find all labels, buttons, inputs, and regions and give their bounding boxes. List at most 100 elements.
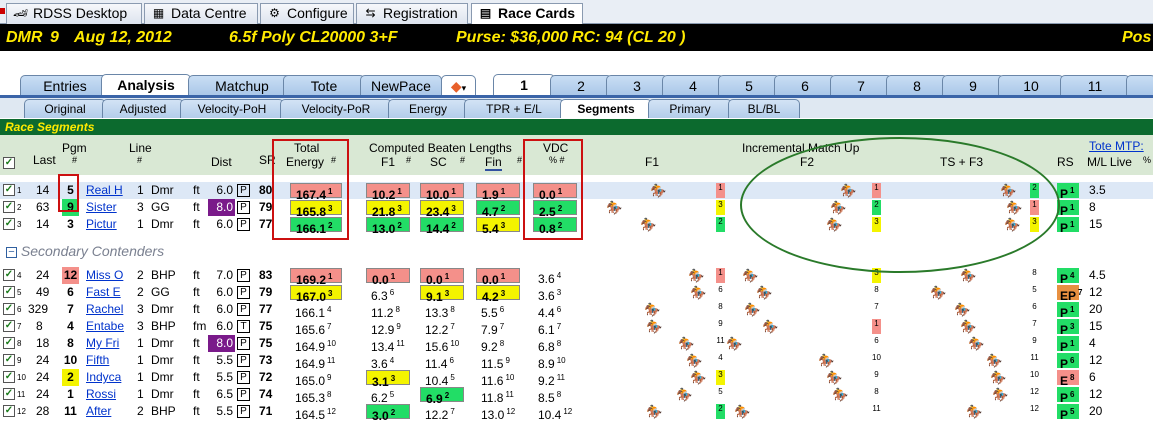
row-checkbox[interactable]: ✓ <box>3 354 15 366</box>
row-checkbox[interactable]: ✓ <box>3 405 15 417</box>
tab-newpace[interactable]: NewPace <box>360 75 442 96</box>
subtab-velocity-poh[interactable]: Velocity-PoH <box>180 99 284 118</box>
tab-overflow[interactable] <box>1126 75 1153 96</box>
horse-name-link[interactable]: Rossi <box>86 386 116 403</box>
subtab-segments[interactable]: Segments <box>560 99 652 118</box>
header-fin: Fin <box>485 155 502 171</box>
fin-beaten-rank: 8 <box>499 339 505 348</box>
sc-beaten-rank: 7 <box>450 407 455 416</box>
horse-name-link[interactable]: Fast E <box>86 284 121 301</box>
row-checkbox[interactable]: ✓ <box>3 371 15 383</box>
f1-beaten: 3.0 2 <box>366 404 410 423</box>
tab-tote[interactable]: Tote <box>283 75 365 96</box>
tab-horse-3[interactable]: 3 <box>606 75 668 96</box>
running-style: P4 <box>1057 268 1079 286</box>
table-row[interactable]: ✓ 8 18 8 My Fri 1 Dmr ft 8.0 P 75 164.9 10 13.4 11 15.6… <box>0 335 1153 354</box>
vdc-value: 4.4 6 <box>533 301 577 320</box>
tab-horse-5[interactable]: 5 <box>718 75 780 96</box>
row-checkbox[interactable]: ✓ <box>3 218 15 230</box>
dist-box: P <box>237 354 250 367</box>
speed-rating: 71 <box>259 404 273 418</box>
app-tab-rdss-desktop[interactable]: 🏎 RDSS Desktop <box>6 3 142 24</box>
select-all-checkbox[interactable]: ✓ <box>3 157 15 169</box>
tab-horse-1[interactable]: 1 <box>493 74 555 97</box>
subtab-energy[interactable]: Energy <box>388 99 468 118</box>
row-checkbox[interactable]: ✓ <box>3 286 15 298</box>
rank-f2: 6 <box>874 336 879 345</box>
tab-horse-6[interactable]: 6 <box>774 75 836 96</box>
running-style-code: P <box>1060 221 1069 235</box>
tab-analysis[interactable]: Analysis <box>101 74 191 97</box>
race-purse: Purse: $36,000 <box>456 29 569 46</box>
row-checkbox[interactable]: ✓ <box>3 388 15 400</box>
tab-horse-8[interactable]: 8 <box>886 75 948 96</box>
last-days: 49 <box>36 285 50 299</box>
table-row[interactable]: ✓ 9 24 10 Fifth 1 Dmr ft 5.5 P 73 164.9 11 3.6 4 11.4 6 1… <box>0 352 1153 371</box>
rank-f3: 6 <box>1032 302 1037 311</box>
horse-name-link[interactable]: Sister <box>86 199 117 216</box>
tab-matchup[interactable]: Matchup <box>188 75 296 96</box>
dist-box: P <box>237 286 250 299</box>
app-tab-race-cards[interactable]: ▤ Race Cards <box>471 3 583 25</box>
tote-mtp-link[interactable]: Tote MTP: <box>1089 139 1144 153</box>
horse-name-link[interactable]: Fifth <box>86 352 109 369</box>
subtab-adjusted[interactable]: Adjusted <box>102 99 184 118</box>
horse-name-link[interactable]: My Fri <box>86 335 119 352</box>
table-row[interactable]: ✓ 4 24 12 Miss O 2 BHP ft 7.0 P 83 169.2 1 0.0 1 0.0 1 0.… <box>0 267 1153 287</box>
table-row[interactable]: ✓ 10 24 2 Indyca 1 Dmr ft 5.5 P 72 165.0 9 3.1 3 10.4 5 1… <box>0 369 1153 389</box>
running-style-rank: 1 <box>1070 186 1075 195</box>
row-checkbox[interactable]: ✓ <box>3 320 15 332</box>
subtab-original[interactable]: Original <box>24 99 106 118</box>
tab-horse-2[interactable]: 2 <box>550 75 612 96</box>
subtab-velocity-por[interactable]: Velocity-PoR <box>280 99 392 118</box>
table-row[interactable]: ✓ 12 28 11 After 2 BHP ft 5.5 P 71 164.5 12 3.0 2 12.2 7… <box>0 403 1153 423</box>
tab-horse-4[interactable]: 4 <box>662 75 724 96</box>
row-checkbox[interactable]: ✓ <box>3 201 15 213</box>
table-row[interactable]: ✓ 5 49 6 Fast E 2 GG ft 6.0 P 79 167.0 3 6.3 6 9.1 3 4.2 3… <box>0 284 1153 304</box>
tab-horse-11[interactable]: 11 <box>1060 75 1130 96</box>
tab-horse-7[interactable]: 7 <box>830 75 892 96</box>
row-checkbox[interactable]: ✓ <box>3 184 15 196</box>
fin-beaten-rank: 3 <box>500 221 506 230</box>
collapse-icon[interactable]: − <box>6 246 17 258</box>
chevron-down-icon: ▾ <box>461 83 467 93</box>
program-number: 11 <box>64 404 77 418</box>
horse-name-link[interactable]: After <box>86 403 111 420</box>
subtab-primary[interactable]: Primary <box>648 99 732 118</box>
morning-line: 4.5 <box>1089 268 1106 282</box>
table-row[interactable]: ✓ 6 329 7 Rachel 3 Dmr ft 6.0 P 77 166.1 4 11.2 8 13.3 8… <box>0 301 1153 320</box>
table-row[interactable]: ✓ 11 24 1 Rossi 1 Dmr ft 6.5 P 74 165.3 8 6.2 5 6.9 2 11.… <box>0 386 1153 406</box>
tab-horse-10[interactable]: 10 <box>998 75 1064 96</box>
subtab-tpr-el[interactable]: TPR + E/L <box>464 99 564 118</box>
vdc-value: 8.9 10 <box>533 352 577 371</box>
row-checkbox[interactable]: ✓ <box>3 303 15 315</box>
horse-name-link[interactable]: Pictur <box>86 216 117 233</box>
horse-name-link[interactable]: Real H <box>86 182 123 199</box>
diamond-icon: ◆ <box>450 78 462 94</box>
horse-name-link[interactable]: Miss O <box>86 267 123 284</box>
speed-rating: 83 <box>259 268 273 282</box>
running-style: P1 <box>1057 336 1079 354</box>
row-number: 10 <box>17 373 26 382</box>
row-checkbox[interactable]: ✓ <box>3 269 15 281</box>
tab-horse-9[interactable]: 9 <box>942 75 1004 96</box>
horse-name-link[interactable]: Indyca <box>86 369 121 386</box>
sc-beaten-rank: 10 <box>450 339 460 348</box>
f1-beaten-rank: 9 <box>396 322 401 331</box>
horse-icon-f1: 🏇 <box>646 319 663 334</box>
racecard-icon: ▤ <box>479 6 492 20</box>
horse-icon-f3: 🏇 <box>968 336 985 351</box>
table-row[interactable]: ✓ 7 8 4 Entabe 3 BHP fm 6.0 T 75 165.6 7 12.9 9 12.2 7 7.… <box>0 318 1153 337</box>
tab-pace-dropdown[interactable]: ◆▾ <box>441 75 476 96</box>
morning-line: 15 <box>1089 319 1103 333</box>
app-tab-data-centre[interactable]: ▦ Data Centre <box>144 3 258 24</box>
horse-name-link[interactable]: Entabe <box>86 318 124 335</box>
tab-entries[interactable]: Entries <box>20 75 110 96</box>
app-tab-configure[interactable]: ⚙ Configure <box>260 3 354 24</box>
horse-icon-f3: 🏇 <box>960 268 977 283</box>
row-checkbox[interactable]: ✓ <box>3 337 15 349</box>
horse-name-link[interactable]: Rachel <box>86 301 123 318</box>
app-tab-registration[interactable]: ⇆ Registration <box>356 3 468 24</box>
subtab-bl-bl[interactable]: BL/BL <box>728 99 800 118</box>
surface: ft <box>193 387 200 401</box>
